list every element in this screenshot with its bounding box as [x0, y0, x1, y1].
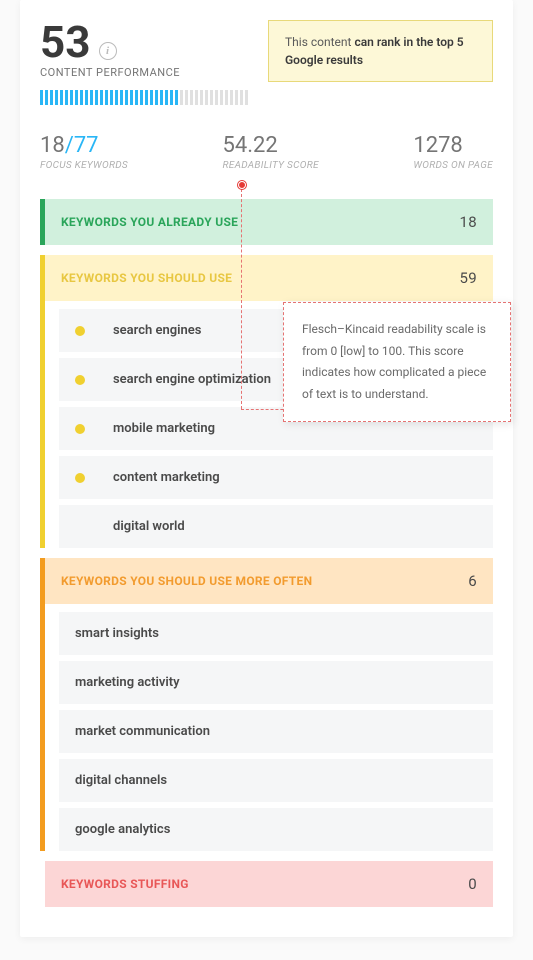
- score-block: 53 i CONTENT PERFORMANCE: [40, 20, 180, 79]
- section-count: 18: [460, 213, 477, 231]
- progress-bar-tick: [230, 90, 233, 105]
- progress-bar-tick: [145, 90, 148, 105]
- connector-line-vertical: [241, 189, 242, 409]
- progress-bar-tick: [90, 90, 93, 105]
- progress-bar-tick: [160, 90, 163, 105]
- keyword-text: mobile marketing: [113, 421, 215, 436]
- progress-bar-tick: [75, 90, 78, 105]
- progress-bar-tick: [215, 90, 218, 105]
- progress-bar-tick: [150, 90, 153, 105]
- keyword-text: market communication: [75, 724, 210, 739]
- section-title: KEYWORDS YOU ALREADY USE: [61, 215, 238, 229]
- section-title: KEYWORDS YOU SHOULD USE: [61, 271, 232, 285]
- keyword-text: digital channels: [75, 773, 167, 788]
- section-count: 0: [468, 875, 477, 893]
- focus-keywords-total: 77: [74, 133, 99, 158]
- content-performance-panel: 53 i CONTENT PERFORMANCE This content ca…: [20, 0, 513, 937]
- progress-bar-tick: [130, 90, 133, 105]
- info-icon[interactable]: i: [99, 42, 117, 60]
- metric-focus-keywords: 18/77 FOCUS KEYWORDS: [40, 133, 128, 171]
- keyword-text: search engine optimization: [113, 372, 271, 387]
- progress-bar-tick: [200, 90, 203, 105]
- progress-bar-tick: [60, 90, 63, 105]
- readability-label: READABILITY SCORE: [223, 160, 319, 171]
- section-stuffing[interactable]: KEYWORDS STUFFING 0: [40, 861, 493, 907]
- metrics-row: 18/77 FOCUS KEYWORDS 54.22 READABILITY S…: [40, 133, 493, 171]
- progress-bar-tick: [155, 90, 158, 105]
- keyword-item[interactable]: google analytics: [59, 808, 493, 851]
- metric-readability: 54.22 READABILITY SCORE: [223, 133, 319, 171]
- progress-bar-tick: [55, 90, 58, 105]
- progress-bar-tick: [210, 90, 213, 105]
- focus-keywords-current: 18: [40, 133, 65, 158]
- progress-bar-tick: [220, 90, 223, 105]
- progress-bar-tick: [240, 90, 243, 105]
- header-row: 53 i CONTENT PERFORMANCE This content ca…: [40, 20, 493, 82]
- progress-bar-tick: [190, 90, 193, 105]
- words-label: WORDS ON PAGE: [413, 160, 493, 171]
- progress-bar-tick: [115, 90, 118, 105]
- section-already-use[interactable]: KEYWORDS YOU ALREADY USE 18: [40, 199, 493, 245]
- metric-words: 1278 WORDS ON PAGE: [413, 133, 493, 171]
- progress-bar-tick: [195, 90, 198, 105]
- progress-bar-tick: [40, 90, 43, 105]
- keyword-text: google analytics: [75, 822, 170, 837]
- keyword-text: content marketing: [113, 470, 220, 485]
- progress-bar-tick: [135, 90, 138, 105]
- progress-bar-tick: [235, 90, 238, 105]
- section-more-often[interactable]: KEYWORDS YOU SHOULD USE MORE OFTEN 6 sma…: [40, 558, 493, 851]
- focus-keywords-label: FOCUS KEYWORDS: [40, 160, 128, 171]
- words-value: 1278: [413, 133, 493, 158]
- keyword-text: smart insights: [75, 626, 159, 641]
- progress-bar-tick: [120, 90, 123, 105]
- progress-bar-tick: [180, 90, 183, 105]
- more-often-items: smart insights marketing activity market c…: [45, 604, 493, 851]
- keyword-item[interactable]: digital channels: [59, 759, 493, 802]
- progress-bar-tick: [85, 90, 88, 105]
- keyword-item[interactable]: content marketing: [59, 456, 493, 499]
- keyword-item[interactable]: marketing activity: [59, 661, 493, 704]
- performance-score: 53: [40, 20, 91, 64]
- priority-dot-icon: [75, 326, 85, 336]
- readability-value: 54.22: [223, 133, 319, 158]
- keyword-text: marketing activity: [75, 675, 180, 690]
- progress-bar-tick: [165, 90, 168, 105]
- keyword-item[interactable]: market communication: [59, 710, 493, 753]
- progress-bar-tick: [175, 90, 178, 105]
- progress-bar-tick: [70, 90, 73, 105]
- rank-message-box: This content can rank in the top 5 Googl…: [268, 20, 493, 82]
- progress-bar-tick: [95, 90, 98, 105]
- progress-bar-tick: [185, 90, 188, 105]
- performance-label: CONTENT PERFORMANCE: [40, 66, 180, 79]
- priority-dot-icon: [75, 424, 85, 434]
- keyword-text: search engines: [113, 323, 201, 338]
- section-title: KEYWORDS STUFFING: [61, 877, 189, 891]
- section-count: 6: [468, 572, 477, 590]
- progress-bar-tick: [125, 90, 128, 105]
- readability-dot-marker: [238, 181, 246, 189]
- keyword-item[interactable]: smart insights: [59, 612, 493, 655]
- keyword-text: digital world: [113, 519, 185, 534]
- progress-bar-tick: [65, 90, 68, 105]
- progress-bar-tick: [110, 90, 113, 105]
- progress-bar-tick: [245, 90, 248, 105]
- readability-tooltip: Flesch–Kincaid readability scale is from…: [283, 302, 511, 422]
- progress-bar-tick: [105, 90, 108, 105]
- priority-dot-icon: [75, 375, 85, 385]
- progress-bar-tick: [140, 90, 143, 105]
- progress-bar-tick: [50, 90, 53, 105]
- rank-message-pre: This content: [285, 35, 354, 49]
- progress-bars: [40, 90, 493, 105]
- keyword-item[interactable]: digital world: [59, 505, 493, 548]
- section-count: 59: [460, 269, 477, 287]
- progress-bar-tick: [80, 90, 83, 105]
- progress-bar-tick: [225, 90, 228, 105]
- metrics-wrap: 18/77 FOCUS KEYWORDS 54.22 READABILITY S…: [40, 133, 493, 171]
- section-title: KEYWORDS YOU SHOULD USE MORE OFTEN: [61, 574, 312, 588]
- progress-bar-tick: [100, 90, 103, 105]
- priority-dot-icon: [75, 473, 85, 483]
- progress-bar-tick: [205, 90, 208, 105]
- progress-bar-tick: [45, 90, 48, 105]
- progress-bar-tick: [170, 90, 173, 105]
